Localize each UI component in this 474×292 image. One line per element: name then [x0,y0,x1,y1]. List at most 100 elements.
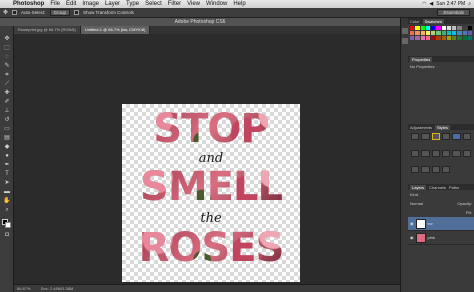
doc-tab-active[interactable]: Untitled-1 @ 66.7% (bw, CMYK/8) [80,26,151,34]
blur-tool-icon[interactable]: ◆ [3,144,11,151]
gradient-tool-icon[interactable]: ▤ [3,135,11,142]
pen-tool-icon[interactable]: ✒ [3,162,11,169]
hand-tool-icon[interactable]: ✋ [3,198,11,205]
type-tool-icon[interactable]: T [3,171,11,178]
color-swatch[interactable] [467,36,472,40]
style-swatch[interactable] [421,149,430,157]
menu-select[interactable]: Select [142,0,165,8]
move-tool-icon[interactable]: ✥ [3,36,11,43]
style-swatch[interactable] [411,149,420,157]
tab-adjustments[interactable]: Adjustments [410,125,432,130]
style-swatch[interactable] [411,133,420,140]
menu-view[interactable]: View [184,0,203,8]
style-swatch[interactable] [421,133,430,140]
menu-file[interactable]: File [47,0,63,8]
color-swatch[interactable] [415,26,420,30]
wifi-icon[interactable]: ◠ [422,1,426,7]
color-swatch[interactable] [415,31,420,35]
doc-size[interactable]: Doc: 2.48M/3.38M [41,286,74,291]
canvas-area[interactable]: STOP and SMELL the ROSES [14,34,400,284]
layers-kind-filter[interactable]: Kind [410,192,418,197]
tab-properties[interactable]: Properties [410,56,433,62]
color-swatch[interactable] [441,31,446,35]
color-swatch[interactable] [425,31,430,35]
style-swatch[interactable] [452,133,461,140]
layer-row[interactable]: ◉ pink [408,231,474,245]
style-swatch[interactable] [462,149,471,157]
search-icon[interactable]: ⌕ [468,1,471,7]
color-swatch[interactable] [457,31,462,35]
color-swatch[interactable] [420,36,425,40]
style-swatch[interactable] [431,133,440,140]
color-swatch[interactable] [446,26,451,30]
zoom-level[interactable]: 66.67% [17,286,31,291]
style-swatch[interactable] [441,133,451,140]
volume-icon[interactable]: ◀ [429,1,433,7]
background-color-swatch[interactable] [5,222,11,228]
menu-edit[interactable]: Edit [63,0,79,8]
menu-filter[interactable]: Filter [165,0,184,8]
color-swatch[interactable] [410,26,415,30]
color-swatch[interactable] [462,26,467,30]
tab-paths[interactable]: Paths [449,185,459,190]
color-swatch[interactable] [436,26,441,30]
layer-row[interactable]: ◉ bw [408,217,474,231]
color-swatch[interactable] [415,36,420,40]
blend-mode-dropdown[interactable]: Normal [410,201,423,206]
doc-tab[interactable]: Rosieprint.jpg @ 66.7% (RGB/8) [14,26,81,34]
color-swatch[interactable] [446,31,451,35]
brush-tool-icon[interactable]: ✐ [3,99,11,106]
color-swatch[interactable] [467,31,472,35]
layer-name[interactable]: pink [428,235,435,240]
healing-brush-tool-icon[interactable]: ✚ [3,90,11,97]
color-swatch[interactable] [431,31,436,35]
menu-image[interactable]: Image [79,0,102,8]
style-swatch[interactable] [431,166,440,174]
color-swatch[interactable] [452,36,457,40]
tab-channels[interactable]: Channels [429,185,446,190]
lasso-tool-icon[interactable]: ◌ [3,54,11,61]
history-brush-tool-icon[interactable]: ↺ [3,117,11,124]
color-swatch[interactable] [425,36,430,40]
color-swatch[interactable] [441,36,446,40]
color-swatch[interactable] [446,36,451,40]
style-swatch[interactable] [452,149,461,157]
color-swatch[interactable] [462,31,467,35]
color-swatch[interactable] [431,26,436,30]
eraser-tool-icon[interactable]: ▭ [3,126,11,133]
color-swatch[interactable] [467,26,472,30]
auto-select-dropdown[interactable]: Group [49,9,71,16]
clone-stamp-tool-icon[interactable]: ⊥ [3,108,11,115]
style-swatch[interactable] [431,149,440,157]
eyedropper-tool-icon[interactable]: ⟋ [3,81,11,88]
clock-text[interactable]: Sun 2:47 PM [436,1,465,7]
color-swatch[interactable] [420,31,425,35]
color-swatch[interactable] [420,26,425,30]
show-transform-checkbox[interactable] [74,10,80,15]
style-swatch[interactable] [411,166,420,174]
color-swatch[interactable] [457,26,462,30]
color-swatch[interactable] [457,36,462,40]
dodge-tool-icon[interactable]: ● [3,153,11,160]
tab-swatches[interactable]: Swatches [422,18,444,24]
menu-window[interactable]: Window [203,0,230,8]
color-swatch[interactable] [462,36,467,40]
menu-photoshop[interactable]: Photoshop [10,0,47,8]
menu-help[interactable]: Help [230,0,248,8]
tab-color[interactable]: Color [410,19,420,24]
eye-icon[interactable]: ◉ [410,221,414,226]
style-swatch[interactable] [441,166,451,174]
path-select-tool-icon[interactable]: ➤ [3,180,11,187]
color-swatch[interactable] [431,36,436,40]
marquee-tool-icon[interactable]: ⬚ [3,45,11,52]
style-swatch[interactable] [462,133,471,140]
color-swatch[interactable] [436,36,441,40]
tab-styles[interactable]: Styles [435,124,450,130]
workspace-switcher[interactable]: Essentials [437,9,470,16]
document-canvas[interactable]: STOP and SMELL the ROSES [122,104,300,282]
color-swatch[interactable] [425,26,430,30]
zoom-tool-icon[interactable]: ⌕ [3,207,11,214]
layer-name[interactable]: bw [428,221,433,226]
style-swatch[interactable] [421,166,430,174]
quick-mask-icon[interactable]: ◘ [3,232,11,239]
